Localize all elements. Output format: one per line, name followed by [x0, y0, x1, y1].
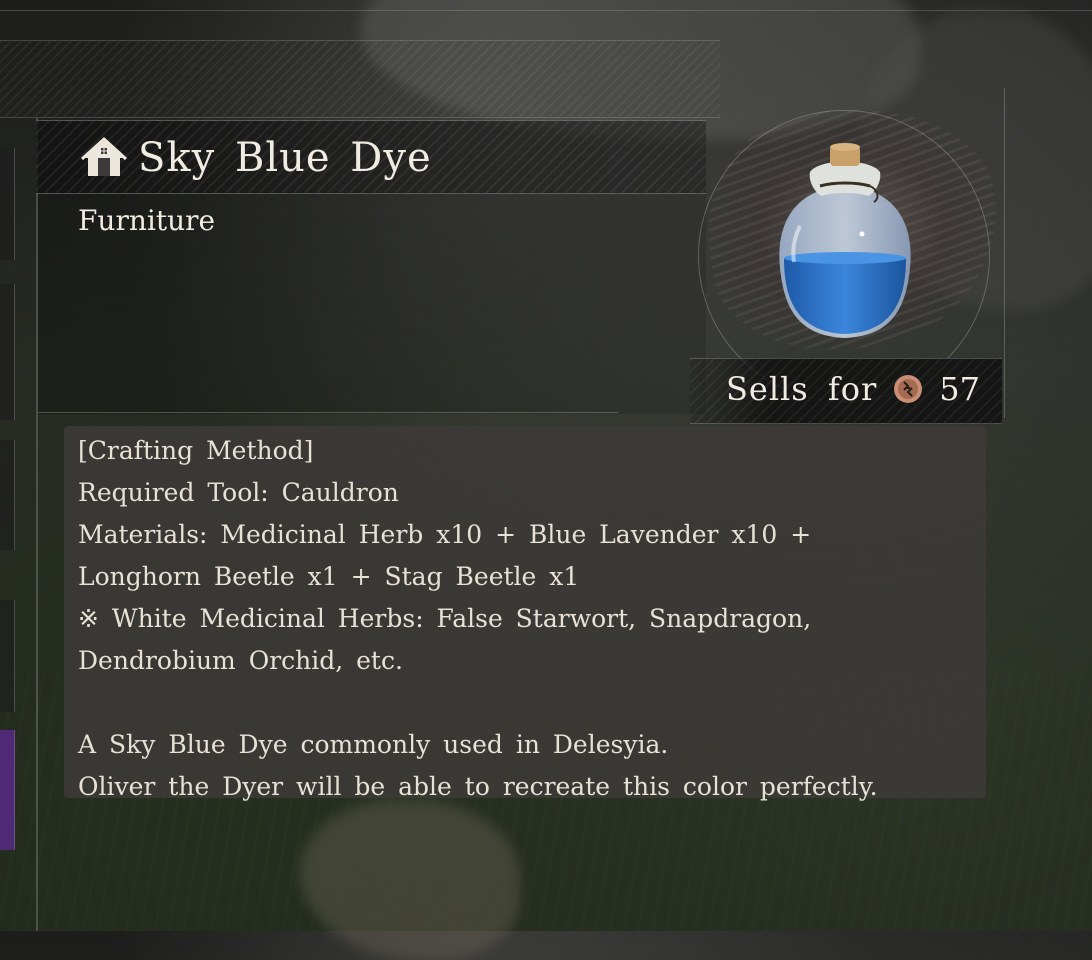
item-category: Furniture	[78, 204, 216, 237]
left-hud-slot[interactable]	[0, 148, 15, 260]
sell-price-value: 57	[939, 370, 980, 408]
crafting-method-heading: [Crafting Method]	[78, 436, 314, 465]
materials-line: Materials: Medicinal Herb x10 + Blue Lav…	[78, 520, 812, 549]
tooltip-frame-line	[1004, 88, 1005, 418]
blank-line	[78, 682, 878, 724]
top-hud-band	[0, 40, 720, 118]
dye-bottle-image	[779, 143, 911, 338]
item-title-row: Sky Blue Dye	[80, 132, 432, 184]
coin-icon	[894, 375, 923, 403]
flavor-text-line: Oliver the Dyer will be able to recreate…	[78, 772, 878, 801]
left-hud-slot[interactable]	[0, 600, 15, 712]
left-hud-slot[interactable]	[0, 284, 15, 420]
herbs-note-line: Dendrobium Orchid, etc.	[78, 646, 403, 675]
tooltip-divider	[38, 412, 618, 413]
sell-price-label: Sells for	[725, 370, 878, 408]
left-hud-rail	[0, 0, 15, 931]
herbs-note-line: ※ White Medicinal Herbs: False Starwort,…	[78, 604, 812, 633]
required-tool-line: Required Tool: Cauldron	[78, 478, 399, 507]
left-hud-slot[interactable]	[0, 440, 15, 550]
materials-line: Longhorn Beetle x1 + Stag Beetle x1	[78, 562, 580, 591]
item-title: Sky Blue Dye	[138, 135, 432, 181]
house-icon	[80, 136, 128, 176]
flavor-text-line: A Sky Blue Dye commonly used in Delesyia…	[78, 730, 669, 759]
left-hud-slot-active[interactable]	[0, 730, 15, 850]
sell-price-row: Sells for 57	[726, 366, 980, 412]
description-text: [Crafting Method] Required Tool: Cauldro…	[78, 430, 878, 808]
top-divider	[0, 10, 1092, 11]
